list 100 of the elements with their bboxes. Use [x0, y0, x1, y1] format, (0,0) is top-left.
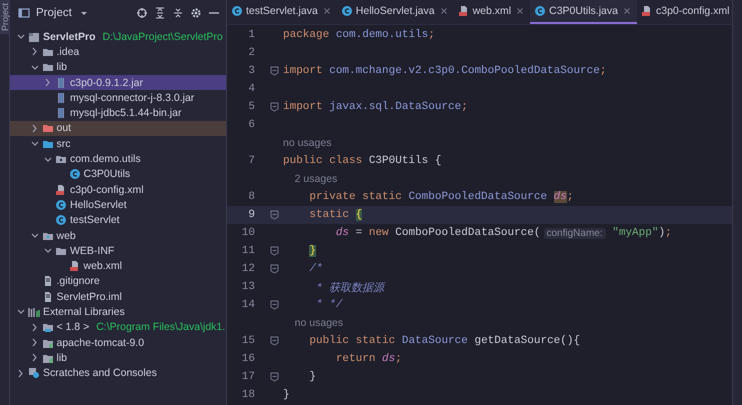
code-text: new [368, 227, 389, 239]
tree-item[interactable]: .idea [10, 44, 226, 60]
tree-item[interactable]: c3p0-0.9.1.2.jar [10, 74, 226, 90]
collapse-all-icon[interactable] [172, 7, 184, 19]
class-icon [55, 214, 67, 226]
fold-marker-icon[interactable] [270, 372, 278, 382]
tree-item[interactable]: ServletPro D:\JavaProject\ServletPro [10, 29, 226, 44]
usage-hint[interactable]: 2 usages [283, 173, 338, 185]
line-number: 10 [240, 227, 256, 239]
code-text: ds [336, 227, 350, 239]
tree-item[interactable]: External Libraries [10, 304, 226, 320]
code-text: import [283, 101, 323, 113]
line-number: 1 [247, 29, 256, 41]
usage-hint[interactable]: no usages [283, 137, 332, 149]
code-text: ComboPooledDataSource [408, 191, 548, 203]
line-number: 12 [240, 263, 256, 275]
xml-file-icon [68, 260, 80, 272]
fold-marker-icon[interactable] [270, 300, 278, 310]
tree-item[interactable]: < 1.8 > C:\Program Files\Java\jdk1. [10, 320, 226, 335]
fold-marker-icon[interactable] [270, 246, 278, 256]
archive-icon [55, 107, 67, 120]
fold-marker-icon[interactable] [270, 336, 278, 346]
tree-item[interactable]: mysql-connector-j-8.3.0.jar [10, 90, 226, 106]
code-text: ds [382, 353, 396, 365]
tree-item[interactable]: lib [10, 350, 226, 366]
fold-marker-icon[interactable] [270, 210, 278, 220]
fold-marker-icon[interactable] [270, 264, 278, 274]
project-icon [28, 30, 40, 43]
archive-icon [55, 92, 67, 104]
line-number: 17 [240, 371, 256, 383]
chevron-right-icon[interactable] [30, 124, 38, 133]
code-text: = [356, 227, 362, 239]
code-text: ; [566, 191, 574, 203]
usage-hint[interactable]: no usages [283, 317, 344, 329]
editor-tab[interactable]: web.xml [454, 0, 530, 24]
code-text: com.mchange.v2.c3p0.ComboPooledDataSource [329, 65, 600, 77]
chevron-right-icon[interactable] [30, 47, 38, 56]
tree-item[interactable]: mysql-jdbc5.1.44-bin.jar [10, 105, 226, 121]
code-text: "myApp" [612, 227, 658, 239]
chevron-down-icon[interactable] [16, 32, 25, 42]
settings-icon[interactable] [190, 7, 202, 19]
code-text: package [283, 29, 330, 41]
chevron-right-icon[interactable] [43, 78, 52, 88]
tree-item[interactable]: c3p0-config.xml [10, 182, 226, 198]
line-number: 6 [247, 119, 256, 131]
chevron-down-icon[interactable] [16, 307, 25, 316]
tree-item[interactable]: web [10, 228, 226, 244]
path-text: C:\Program Files\Java\jdk1. [96, 321, 226, 334]
folder-icon [42, 61, 54, 74]
project-tool-button[interactable]: Project [0, 0, 10, 34]
tree-item[interactable]: com.demo.utils [10, 151, 226, 167]
code-text: ds [554, 191, 567, 203]
tree-item[interactable]: C3P0Utils [10, 166, 226, 182]
xml-file-icon [458, 5, 470, 17]
code-text: return [336, 353, 376, 365]
chevron-down-icon[interactable] [30, 62, 38, 72]
editor-tab[interactable]: c3p0-config.xml [636, 0, 732, 24]
line-number: 13 [240, 281, 256, 293]
tree-item[interactable]: apache-tomcat-9.0 [10, 334, 226, 350]
editor-tab[interactable]: C3P0Utils.java [530, 0, 637, 24]
code-text: } [309, 245, 316, 257]
tree-item[interactable]: .gitignore [10, 274, 226, 290]
code-text: ComboPooledDataSource( [395, 227, 540, 239]
code-text: ) [658, 227, 666, 239]
code-text: * 获取数据源 [316, 281, 384, 294]
code-text: import [283, 65, 323, 77]
tree-item[interactable]: out [10, 120, 226, 136]
class-icon [231, 5, 243, 17]
code-text: private static [309, 191, 402, 203]
tree-item[interactable]: testServlet [10, 212, 226, 228]
expand-all-icon[interactable] [154, 7, 166, 19]
editor-tab[interactable]: HelloServlet.java [336, 0, 454, 24]
tree-item[interactable]: ServletPro.iml [10, 289, 226, 304]
parameter-hint: configName: [544, 228, 606, 238]
tree-item[interactable]: HelloServlet [10, 197, 226, 213]
class-icon [68, 168, 80, 180]
code-text: /* [309, 263, 323, 275]
xml-file-icon [640, 5, 653, 17]
folder-icon [42, 321, 54, 334]
tree-item[interactable]: WEB-INF [10, 243, 226, 258]
line-number: 8 [247, 191, 256, 203]
code-text: ; [461, 101, 468, 113]
archive-icon [55, 76, 67, 89]
fold-marker-icon[interactable] [270, 66, 278, 76]
tree-item[interactable]: lib [10, 60, 226, 75]
line-number: 2 [247, 47, 256, 59]
code-text: public static [309, 335, 396, 347]
line-number: 4 [247, 83, 256, 95]
panel-title[interactable]: Project [36, 7, 72, 19]
tree-item[interactable]: src [10, 136, 226, 152]
crosshair-icon[interactable] [136, 7, 148, 19]
tree-item[interactable]: web.xml [10, 258, 226, 274]
editor-tab[interactable]: testServlet.java [227, 0, 337, 24]
tree-item[interactable]: Scratches and Consoles [10, 366, 226, 381]
fold-marker-icon[interactable] [270, 102, 278, 112]
code-text: } [283, 389, 290, 401]
line-number: 15 [240, 335, 256, 347]
code-text: C3P0Utils { [368, 155, 442, 167]
window-icon [18, 7, 30, 19]
class-icon [55, 198, 67, 211]
